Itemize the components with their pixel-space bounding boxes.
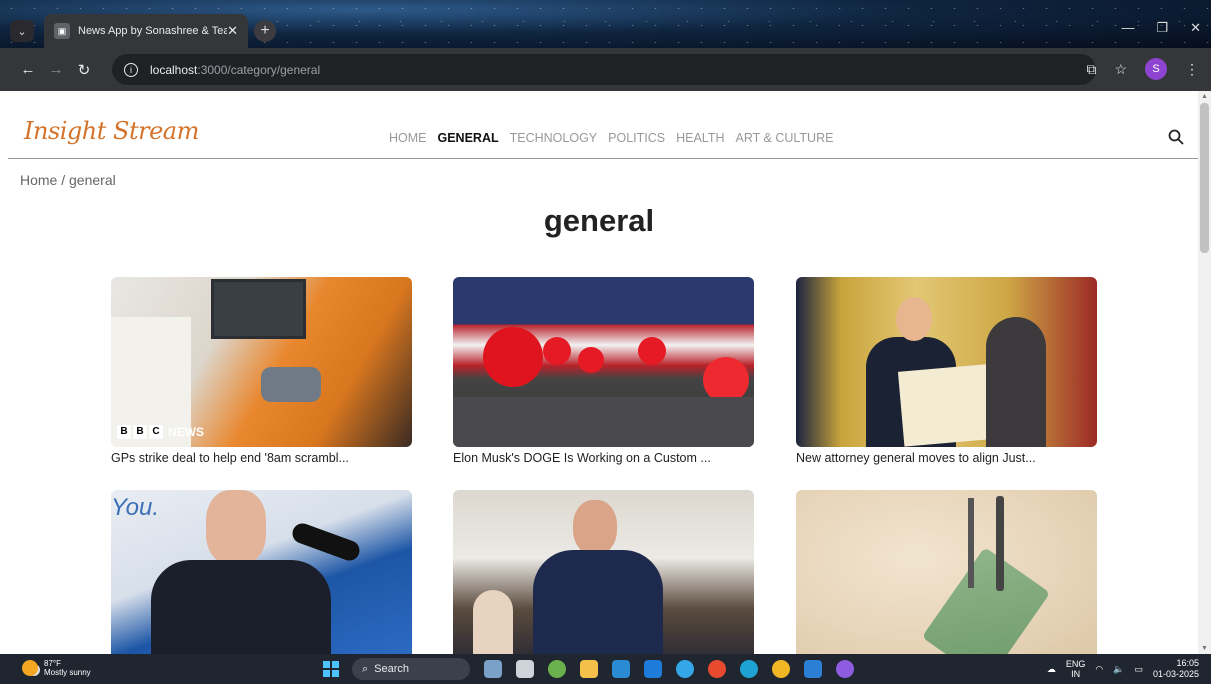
scroll-thumb[interactable] bbox=[1200, 103, 1209, 253]
article-title[interactable]: Elon Musk's DOGE Is Working on a Custom … bbox=[453, 451, 754, 465]
copilot-icon[interactable] bbox=[548, 660, 566, 678]
reload-icon[interactable]: ↻ bbox=[70, 61, 98, 79]
nav-general[interactable]: GENERAL bbox=[438, 131, 499, 145]
chrome-icon[interactable] bbox=[772, 660, 790, 678]
nav-art-culture[interactable]: ART & CULTURE bbox=[736, 131, 834, 145]
clock[interactable]: 16:05 01-03-2025 bbox=[1153, 658, 1199, 680]
new-tab-button[interactable]: + bbox=[254, 20, 276, 42]
address-bar[interactable]: i localhost:3000/category/general bbox=[112, 54, 1096, 85]
article-image[interactable]: B B C NEWS bbox=[111, 277, 412, 447]
file-explorer-icon[interactable] bbox=[580, 660, 598, 678]
page-title: general bbox=[543, 203, 655, 238]
battery-icon[interactable]: ▭ bbox=[1134, 664, 1143, 675]
browser-tab-strip: ⌄ ▣ News App by Sonashree & Team ✕ + — ❐… bbox=[0, 0, 1211, 48]
article-card[interactable] bbox=[796, 490, 1097, 654]
tab-search-icon[interactable]: ⌄ bbox=[10, 20, 34, 42]
tray-overflow-icon[interactable]: ☁ bbox=[1047, 664, 1056, 675]
store-icon[interactable] bbox=[612, 660, 630, 678]
site-logo[interactable]: Insight Stream bbox=[24, 117, 199, 145]
page-scrollbar[interactable]: ▲ ▼ bbox=[1198, 91, 1211, 654]
forward-icon[interactable]: → bbox=[42, 61, 70, 78]
vscode-icon[interactable] bbox=[804, 660, 822, 678]
edge-icon[interactable] bbox=[740, 660, 758, 678]
browser-tab[interactable]: ▣ News App by Sonashree & Team ✕ bbox=[44, 14, 248, 48]
scroll-down-icon[interactable]: ▼ bbox=[1201, 645, 1208, 652]
article-card[interactable] bbox=[453, 490, 754, 654]
article-image[interactable] bbox=[796, 490, 1097, 654]
system-tray: ☁ ENG IN ◠ 🔈 ▭ 16:05 01-03-2025 bbox=[1047, 658, 1199, 680]
main-nav: HOME GENERAL TECHNOLOGY POLITICS HEALTH … bbox=[389, 131, 833, 145]
chrome-profile-icon[interactable] bbox=[836, 660, 854, 678]
close-tab-icon[interactable]: ✕ bbox=[227, 23, 238, 39]
search-icon[interactable] bbox=[1168, 129, 1184, 145]
url-host: localhost bbox=[150, 62, 198, 77]
site-info-icon[interactable]: i bbox=[124, 62, 138, 77]
favicon-icon: ▣ bbox=[54, 23, 70, 39]
breadcrumb: Home / general bbox=[20, 172, 116, 188]
weather-desc: Mostly sunny bbox=[44, 668, 91, 677]
wifi-icon[interactable]: ◠ bbox=[1095, 664, 1103, 675]
volume-icon[interactable]: 🔈 bbox=[1113, 664, 1124, 675]
task-view-icon[interactable] bbox=[516, 660, 534, 678]
article-card[interactable]: New attorney general moves to align Just… bbox=[796, 277, 1097, 465]
article-image[interactable] bbox=[453, 490, 754, 654]
taskbar-search[interactable]: ⌕ Search bbox=[352, 658, 470, 680]
widgets-icon[interactable] bbox=[484, 660, 502, 678]
scroll-up-icon[interactable]: ▲ bbox=[1201, 93, 1208, 100]
nav-politics[interactable]: POLITICS bbox=[608, 131, 665, 145]
article-title[interactable]: GPs strike deal to help end '8am scrambl… bbox=[111, 451, 412, 465]
window-controls: — ❐ ✕ bbox=[1121, 20, 1201, 36]
cast-icon[interactable]: ⧉ bbox=[1086, 61, 1096, 78]
article-card[interactable]: B B C NEWS GPs strike deal to help end '8am… bbox=[111, 277, 412, 465]
url-path: :3000/category/general bbox=[197, 62, 321, 77]
article-card[interactable]: Elon Musk's DOGE Is Working on a Custom … bbox=[453, 277, 754, 465]
article-card[interactable]: You. bbox=[111, 490, 412, 654]
mail-icon[interactable] bbox=[644, 660, 662, 678]
app-icon[interactable] bbox=[676, 660, 694, 678]
sun-cloud-icon bbox=[22, 660, 38, 676]
tab-title: News App by Sonashree & Team bbox=[78, 25, 228, 37]
windows-start-icon[interactable] bbox=[323, 661, 339, 677]
taskbar-search-label: Search bbox=[374, 663, 410, 675]
minimize-icon[interactable]: — bbox=[1121, 20, 1134, 36]
close-window-icon[interactable]: ✕ bbox=[1190, 20, 1201, 36]
bbc-news-logo: B B C NEWS bbox=[117, 425, 204, 439]
language-indicator[interactable]: ENG IN bbox=[1066, 659, 1086, 679]
nav-home[interactable]: HOME bbox=[389, 131, 427, 145]
article-title[interactable]: New attorney general moves to align Just… bbox=[796, 451, 1097, 465]
article-image[interactable]: You. bbox=[111, 490, 412, 654]
weather-widget[interactable]: 87°F Mostly sunny bbox=[22, 659, 91, 677]
search-icon: ⌕ bbox=[362, 662, 369, 675]
weather-temp: 87°F bbox=[44, 659, 61, 668]
taskbar-apps bbox=[484, 660, 854, 678]
browser-toolbar: ← → ↻ i localhost:3000/category/general … bbox=[0, 48, 1211, 91]
restore-icon[interactable]: ❐ bbox=[1156, 20, 1168, 36]
page-viewport: Insight Stream HOME GENERAL TECHNOLOGY P… bbox=[0, 91, 1198, 654]
article-image[interactable] bbox=[453, 277, 754, 447]
app-icon[interactable] bbox=[708, 660, 726, 678]
site-header: Insight Stream HOME GENERAL TECHNOLOGY P… bbox=[8, 91, 1198, 159]
windows-taskbar: 87°F Mostly sunny ⌕ Search ☁ ENG IN ◠ 🔈 ▭… bbox=[0, 654, 1211, 684]
nav-health[interactable]: HEALTH bbox=[676, 131, 724, 145]
article-image[interactable] bbox=[796, 277, 1097, 447]
nav-technology[interactable]: TECHNOLOGY bbox=[510, 131, 598, 145]
profile-avatar[interactable]: S bbox=[1145, 58, 1167, 80]
menu-kebab-icon[interactable]: ⋮ bbox=[1185, 61, 1199, 78]
back-icon[interactable]: ← bbox=[14, 61, 42, 78]
bookmark-star-icon[interactable]: ☆ bbox=[1114, 61, 1127, 78]
